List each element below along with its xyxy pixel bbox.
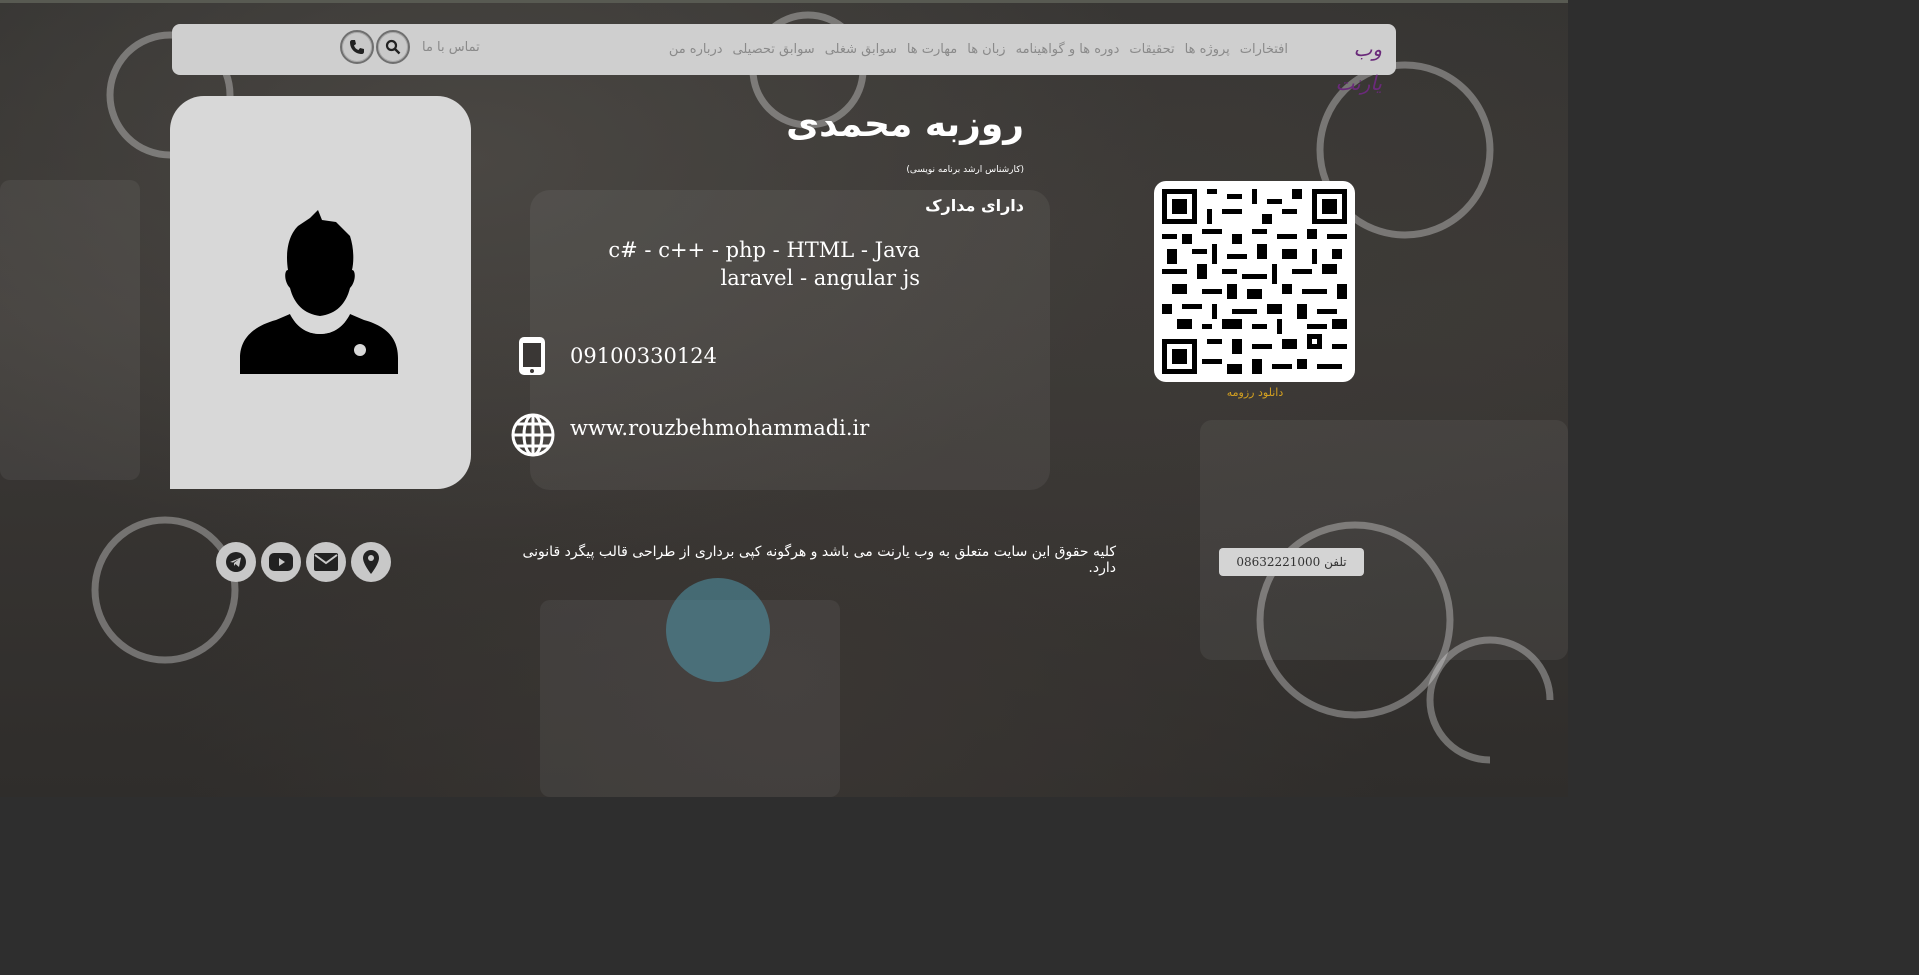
nav-item-research[interactable]: تحقیقات (1129, 42, 1174, 57)
mobile-phone-icon (519, 337, 545, 375)
location-button[interactable] (351, 542, 391, 582)
search-icon (385, 39, 401, 55)
nav-item-education[interactable]: سوابق تحصیلی (733, 42, 815, 57)
copyright-text: کلیه حقوق این سایت متعلق به وب یارنت می … (522, 544, 1116, 576)
site-logo[interactable]: وب یارنت (1302, 32, 1382, 95)
phone-number[interactable]: 09100330124 (570, 344, 717, 368)
qr-code-icon (1162, 189, 1347, 374)
telegram-icon (226, 552, 246, 572)
download-resume-link[interactable]: دانلود رزومه (1200, 386, 1310, 399)
user-silhouette-icon (240, 210, 398, 374)
footer-phone: تلفن 08632221000 (1219, 548, 1364, 576)
website-link[interactable]: www.rouzbehmohammadi.ir (570, 416, 869, 440)
search-button[interactable] (376, 30, 410, 64)
nav-menu: درباره من سوابق تحصیلی سوابق شغلی مهارت … (669, 24, 1288, 75)
nav-item-projects[interactable]: پروژه ها (1185, 42, 1230, 57)
top-border (0, 0, 1568, 3)
certificates-heading: دارای مدارک (925, 196, 1024, 215)
nav-item-about[interactable]: درباره من (669, 42, 723, 57)
profile-name: روزبه محمدی (786, 104, 1024, 145)
qr-code[interactable] (1154, 181, 1355, 382)
nav-item-contact[interactable]: تماس با ما (422, 40, 480, 55)
nav-item-languages[interactable]: زبان ها (967, 42, 1005, 57)
youtube-button[interactable] (261, 542, 301, 582)
nav-item-courses[interactable]: دوره ها و گواهینامه (1016, 42, 1120, 57)
profile-photo-card (170, 96, 471, 489)
phone-icon (350, 40, 364, 54)
call-button[interactable] (340, 30, 374, 64)
nav-item-skills[interactable]: مهارت ها (907, 42, 957, 57)
globe-icon (511, 413, 555, 457)
telegram-button[interactable] (216, 542, 256, 582)
profile-subtitle: (کارشناس ارشد برنامه نویسی) (906, 165, 1024, 175)
nav-item-honors[interactable]: افتخارات (1240, 42, 1288, 57)
navbar: وب یارنت درباره من سوابق تحصیلی سوابق شغ… (172, 24, 1396, 95)
skills-list: c# - c++ - php - HTML - Java laravel - a… (560, 236, 920, 292)
nav-item-work-history[interactable]: سوابق شغلی (825, 42, 897, 57)
email-button[interactable] (306, 542, 346, 582)
location-icon (363, 550, 379, 574)
skills-line-1: c# - c++ - php - HTML - Java (608, 238, 920, 262)
email-icon (314, 553, 338, 571)
skills-line-2: laravel - angular js (720, 266, 921, 290)
youtube-icon (269, 553, 293, 571)
social-links (216, 542, 391, 582)
